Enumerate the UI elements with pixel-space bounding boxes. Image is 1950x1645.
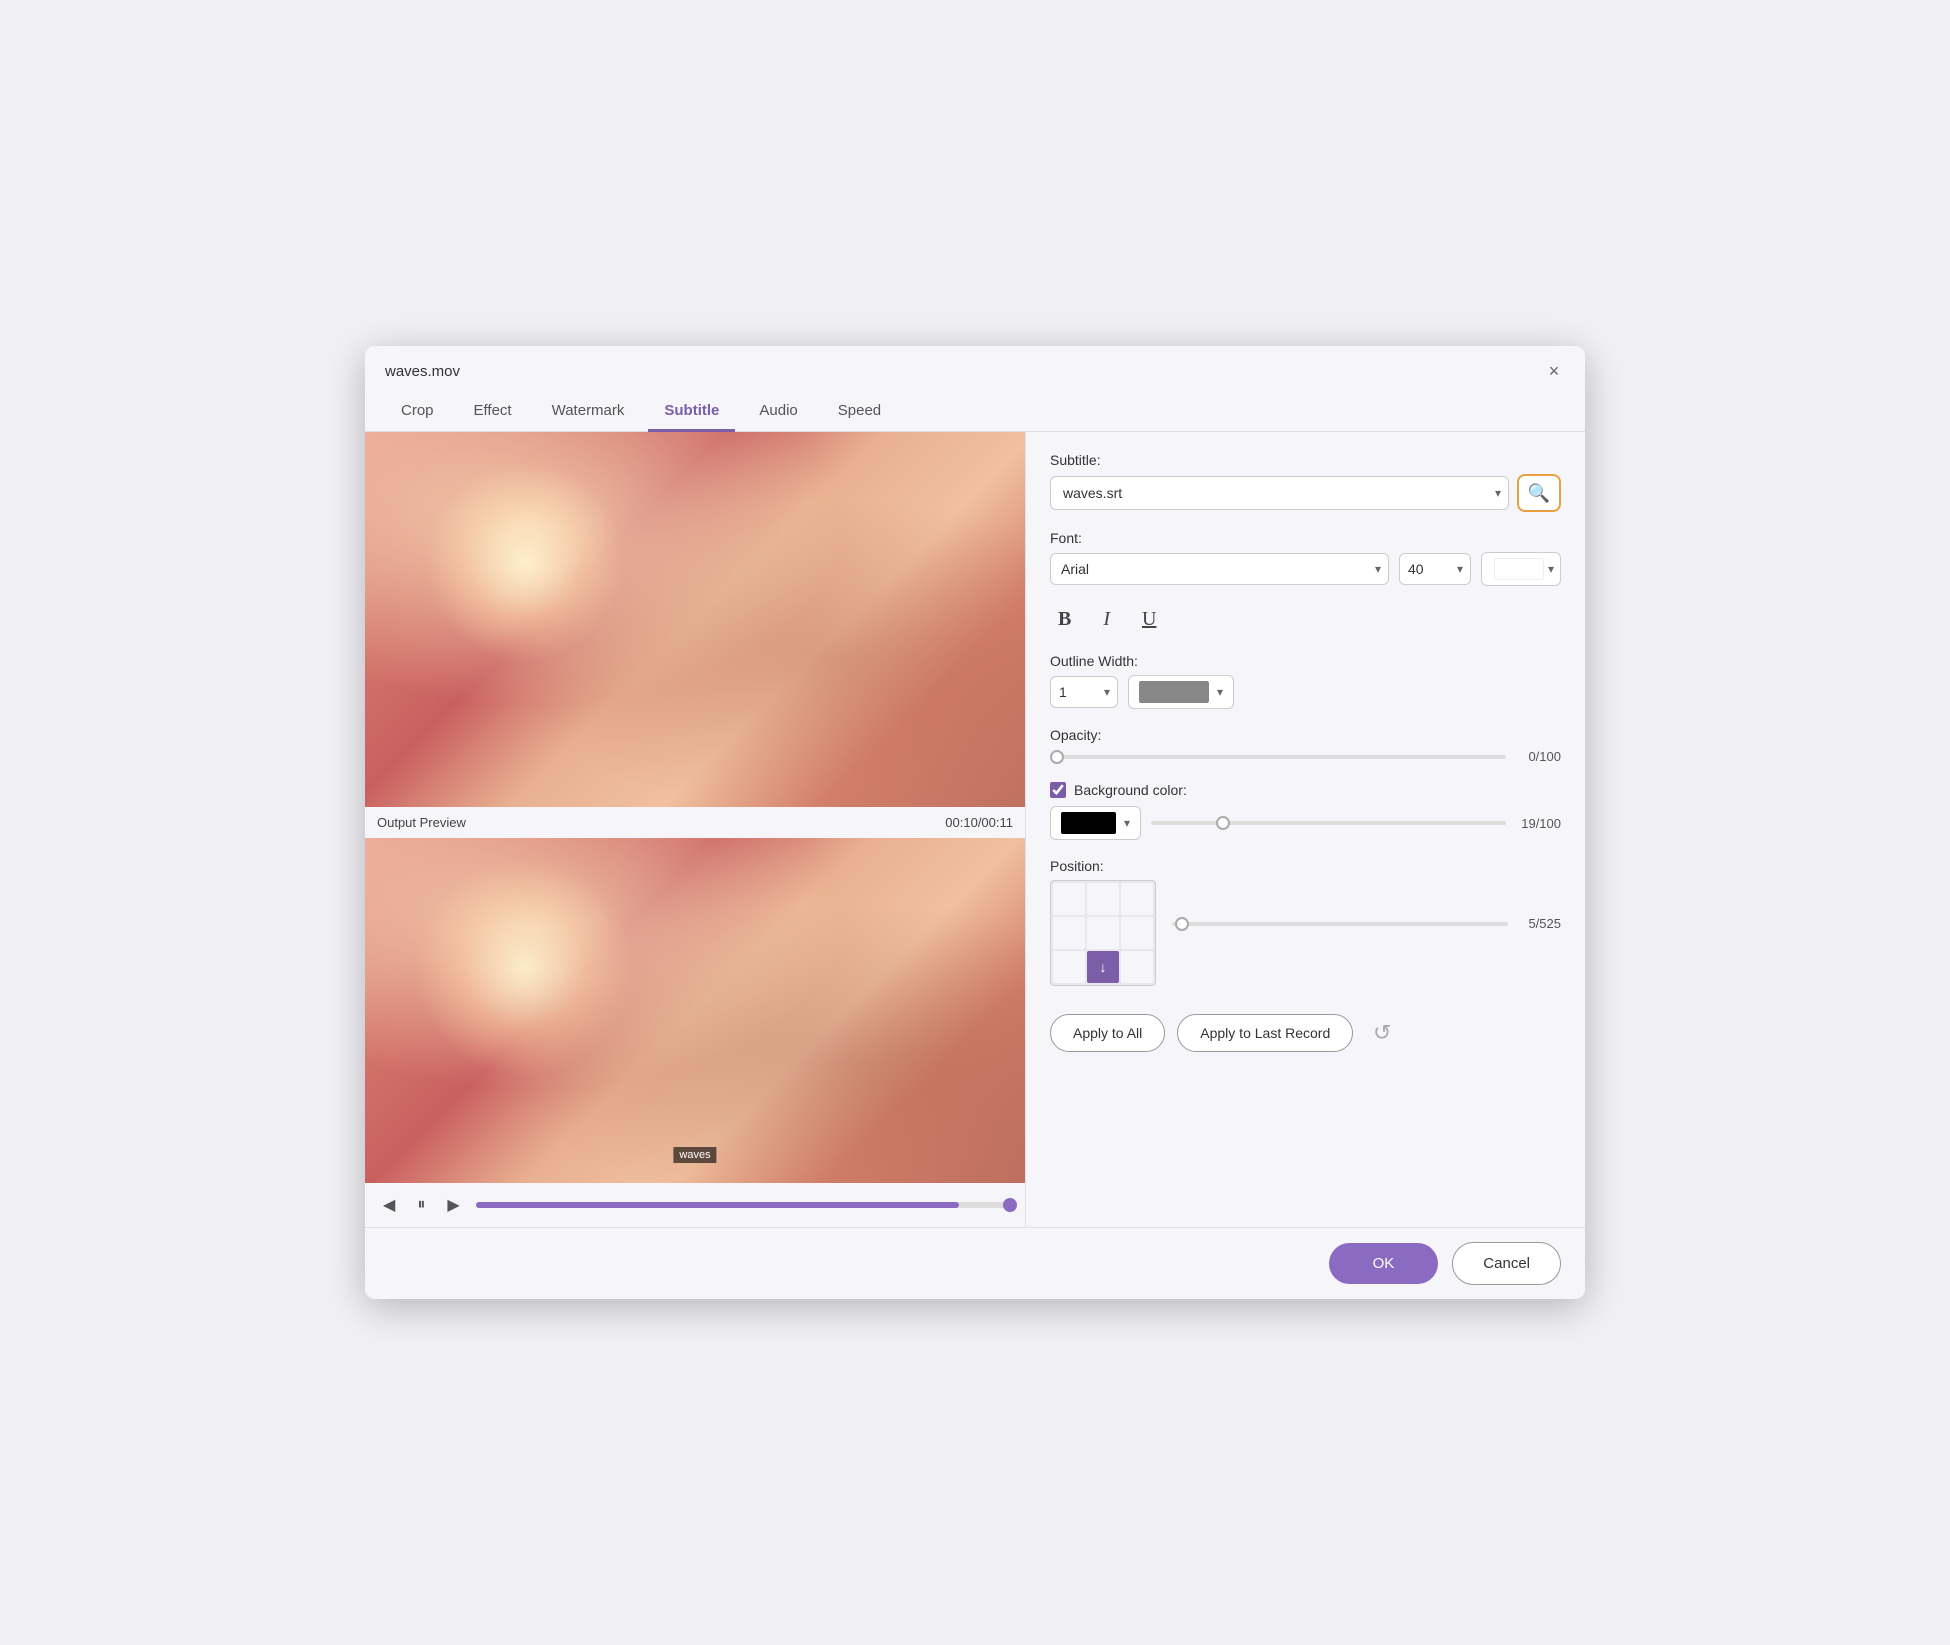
bg-opacity-slider[interactable] [1151, 821, 1506, 825]
underline-button[interactable]: U [1134, 604, 1164, 635]
main-dialog: waves.mov × Crop Effect Watermark Subtit… [365, 346, 1585, 1299]
preview-timestamp: 00:10/00:11 [945, 815, 1013, 830]
format-row: B I U [1050, 604, 1561, 635]
progress-thumb[interactable] [1003, 1198, 1017, 1212]
subtitle-field: Subtitle: waves.srt 🔍 [1050, 452, 1561, 512]
pos-cell-1[interactable] [1087, 883, 1119, 915]
chevron-down-icon-bg: ▾ [1124, 816, 1130, 830]
pos-cell-5[interactable] [1121, 917, 1153, 949]
bg-color-swatch [1061, 812, 1116, 834]
opacity-slider-row: 0/100 [1050, 749, 1561, 764]
bold-button[interactable]: B [1050, 604, 1079, 635]
subtitle-label: Subtitle: [1050, 452, 1561, 468]
tab-audio[interactable]: Audio [743, 392, 813, 432]
apply-all-button[interactable]: Apply to All [1050, 1014, 1165, 1052]
outline-width-wrapper: 1 [1050, 676, 1118, 708]
bg-opacity-value: 19/100 [1516, 816, 1561, 831]
tab-watermark[interactable]: Watermark [536, 392, 641, 432]
font-select-wrapper: Arial [1050, 553, 1389, 585]
chevron-down-icon: ▾ [1548, 562, 1554, 576]
pause-button[interactable]: ⏸ [411, 1192, 431, 1218]
controls-bar: ◀ ⏸ ▶ [365, 1183, 1025, 1227]
position-value: 5/525 [1516, 916, 1561, 931]
pos-cell-3[interactable] [1053, 917, 1085, 949]
font-size-select[interactable]: 40 [1399, 553, 1471, 585]
tab-subtitle[interactable]: Subtitle [648, 392, 735, 432]
settings-panel: Subtitle: waves.srt 🔍 Font: [1025, 432, 1585, 1227]
background-checkbox[interactable] [1050, 782, 1066, 798]
opacity-label: Opacity: [1050, 727, 1561, 743]
progress-bar[interactable] [476, 1202, 1013, 1208]
outline-color-button[interactable]: ▾ [1128, 675, 1234, 709]
tab-speed[interactable]: Speed [822, 392, 897, 432]
title-bar: waves.mov × [365, 346, 1585, 392]
opacity-value: 0/100 [1516, 749, 1561, 764]
tabs-bar: Crop Effect Watermark Subtitle Audio Spe… [365, 392, 1585, 432]
pos-cell-7[interactable]: ↓ [1087, 951, 1119, 983]
next-button[interactable]: ▶ [441, 1191, 465, 1219]
background-checkbox-row: Background color: [1050, 782, 1561, 798]
subtitle-select[interactable]: waves.srt [1050, 476, 1509, 510]
prev-button[interactable]: ◀ [377, 1191, 401, 1219]
font-size-wrapper: 40 [1399, 553, 1471, 585]
close-button[interactable]: × [1543, 360, 1565, 382]
cancel-button[interactable]: Cancel [1452, 1242, 1561, 1285]
refresh-button[interactable]: ↺ [1365, 1016, 1399, 1050]
font-field: Font: Arial 40 ▾ [1050, 530, 1561, 586]
bottom-buttons: OK Cancel [365, 1227, 1585, 1299]
position-field: Position: ↓ [1050, 858, 1561, 986]
chevron-down-icon-outline: ▾ [1217, 685, 1223, 699]
background-label: Background color: [1074, 782, 1187, 798]
subtitle-select-wrapper: waves.srt [1050, 476, 1509, 510]
subtitle-search-button[interactable]: 🔍 [1517, 474, 1561, 512]
subtitle-watermark: waves [673, 1147, 716, 1163]
outline-field: Outline Width: 1 ▾ [1050, 653, 1561, 709]
apply-buttons-row: Apply to All Apply to Last Record ↺ [1050, 1014, 1561, 1052]
outline-label: Outline Width: [1050, 653, 1561, 669]
bg-color-button[interactable]: ▾ [1050, 806, 1141, 840]
font-color-button[interactable]: ▾ [1481, 552, 1561, 586]
italic-button[interactable]: I [1095, 604, 1118, 635]
video-preview-top [365, 432, 1025, 807]
outline-row: 1 ▾ [1050, 675, 1561, 709]
search-icon: 🔍 [1528, 483, 1550, 504]
pos-cell-4[interactable] [1087, 917, 1119, 949]
dialog-title: waves.mov [385, 363, 460, 380]
outline-width-select[interactable]: 1 [1050, 676, 1118, 708]
tab-effect[interactable]: Effect [458, 392, 528, 432]
video-preview-bottom: waves [365, 838, 1025, 1183]
font-row: Arial 40 ▾ [1050, 552, 1561, 586]
main-content: Output Preview 00:10/00:11 waves ◀ ⏸ ▶ [365, 432, 1585, 1227]
pos-cell-0[interactable] [1053, 883, 1085, 915]
video-panel: Output Preview 00:10/00:11 waves ◀ ⏸ ▶ [365, 432, 1025, 1227]
position-label: Position: [1050, 858, 1561, 874]
background-field: Background color: ▾ 19/100 [1050, 782, 1561, 840]
position-slider-col: 5/525 [1172, 880, 1561, 931]
pos-cell-2[interactable] [1121, 883, 1153, 915]
output-preview-label: Output Preview [377, 815, 466, 830]
pos-cell-8[interactable] [1121, 951, 1153, 983]
bg-color-row: ▾ 19/100 [1050, 806, 1561, 840]
subtitle-row: waves.srt 🔍 [1050, 474, 1561, 512]
tab-crop[interactable]: Crop [385, 392, 450, 432]
pos-cell-6[interactable] [1053, 951, 1085, 983]
font-label: Font: [1050, 530, 1561, 546]
pos-arrow-icon: ↓ [1100, 959, 1107, 975]
apply-last-button[interactable]: Apply to Last Record [1177, 1014, 1353, 1052]
ok-button[interactable]: OK [1329, 1243, 1439, 1284]
progress-fill [476, 1202, 960, 1208]
position-slider[interactable] [1172, 922, 1508, 926]
opacity-slider[interactable] [1050, 755, 1506, 759]
position-grid: ↓ [1050, 880, 1156, 986]
opacity-field: Opacity: 0/100 [1050, 727, 1561, 764]
preview-label-row: Output Preview 00:10/00:11 [365, 807, 1025, 838]
position-section: ↓ 5/525 [1050, 880, 1561, 986]
font-select[interactable]: Arial [1050, 553, 1389, 585]
outline-color-swatch [1139, 681, 1209, 703]
font-color-swatch [1494, 558, 1544, 580]
